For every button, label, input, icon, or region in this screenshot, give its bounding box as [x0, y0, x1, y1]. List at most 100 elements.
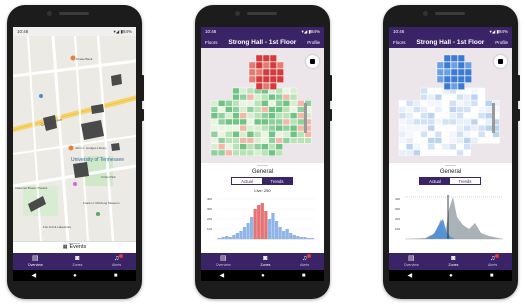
- zone-cell[interactable]: [442, 94, 450, 101]
- zone-cell[interactable]: [485, 118, 493, 126]
- zone-cell[interactable]: [413, 106, 421, 113]
- zone-cell[interactable]: [420, 131, 428, 138]
- zone-cell[interactable]: [210, 118, 219, 126]
- zone-cell[interactable]: [218, 100, 226, 107]
- zone-cell[interactable]: [275, 100, 283, 107]
- zone-cell[interactable]: [456, 118, 464, 126]
- zone-cell[interactable]: [434, 106, 443, 113]
- hotspot-cell[interactable]: [248, 61, 256, 69]
- zone-cell[interactable]: [434, 100, 443, 107]
- hotspot-cell[interactable]: [269, 54, 277, 62]
- hotspot-cell[interactable]: [450, 75, 458, 83]
- zone-cell[interactable]: [225, 112, 233, 119]
- zone-cell[interactable]: [239, 137, 247, 144]
- zone-cell[interactable]: [406, 112, 414, 119]
- hotspot-cell[interactable]: [457, 54, 465, 62]
- map-pin-icon[interactable]: [39, 94, 43, 98]
- zone-cell[interactable]: [297, 118, 305, 126]
- zone-cell[interactable]: [413, 100, 421, 107]
- zone-cell[interactable]: [275, 112, 283, 119]
- zone-cell[interactable]: [282, 112, 291, 119]
- hotspot-cell[interactable]: [255, 75, 263, 83]
- zone-cell[interactable]: [210, 124, 219, 132]
- zone-cell[interactable]: [427, 118, 435, 126]
- nav-overview[interactable]: ▤ Overview: [28, 255, 43, 267]
- zone-cell[interactable]: [289, 118, 298, 126]
- zone-cell[interactable]: [246, 94, 255, 101]
- zone-cell[interactable]: [254, 137, 262, 144]
- zone-cell[interactable]: [442, 124, 450, 132]
- hotspot-cell[interactable]: [464, 68, 472, 76]
- zone-cell[interactable]: [456, 124, 464, 132]
- hotspot-cell[interactable]: [464, 75, 472, 83]
- nav-zones[interactable]: ◙ Zones: [72, 255, 82, 267]
- zone-cell[interactable]: [456, 112, 464, 119]
- zone-cell[interactable]: [449, 137, 457, 144]
- zone-cell[interactable]: [406, 118, 414, 126]
- zone-cell[interactable]: [275, 106, 283, 113]
- zone-cell[interactable]: [225, 118, 233, 126]
- hotspot-cell[interactable]: [262, 54, 270, 62]
- zone-cell[interactable]: [406, 137, 414, 144]
- zone-cell[interactable]: [218, 106, 226, 113]
- nav-overview[interactable]: ▤ Overview: [216, 255, 231, 267]
- zone-cell[interactable]: [413, 118, 421, 126]
- zone-cell[interactable]: [210, 137, 219, 144]
- back-icon[interactable]: ◀: [408, 273, 413, 279]
- zone-cell[interactable]: [232, 137, 240, 144]
- zone-cell[interactable]: [420, 149, 428, 157]
- hotspot-cell[interactable]: [255, 61, 263, 69]
- zone-cell[interactable]: [268, 137, 276, 144]
- zone-cell[interactable]: [463, 131, 471, 138]
- zone-cell[interactable]: [413, 137, 421, 144]
- zone-cell[interactable]: [275, 143, 283, 150]
- zone-cell[interactable]: [470, 137, 479, 144]
- map-canvas[interactable]: Chase Bank John C. Hodges Library Univer…: [13, 36, 136, 241]
- hotspot-cell[interactable]: [450, 54, 458, 62]
- zone-cell[interactable]: [398, 143, 407, 150]
- hotspot-cell[interactable]: [269, 61, 277, 69]
- zone-cell[interactable]: [413, 149, 421, 157]
- hotspot-cell[interactable]: [457, 82, 465, 90]
- zone-cell[interactable]: [485, 112, 493, 119]
- zone-cell[interactable]: [449, 94, 457, 101]
- zone-cell[interactable]: [246, 87, 255, 95]
- zone-cell[interactable]: [485, 131, 493, 138]
- zone-cell[interactable]: [449, 124, 457, 132]
- zone-cell[interactable]: [463, 87, 471, 95]
- zone-cell[interactable]: [268, 149, 276, 157]
- zone-cell[interactable]: [398, 100, 407, 107]
- zone-cell[interactable]: [239, 131, 247, 138]
- zone-cell[interactable]: [463, 143, 471, 150]
- zone-cell[interactable]: [210, 112, 219, 119]
- hotspot-cell[interactable]: [443, 82, 451, 90]
- zone-cell[interactable]: [232, 124, 240, 132]
- hotspot-cell[interactable]: [436, 61, 444, 69]
- zone-cell[interactable]: [218, 112, 226, 119]
- zone-cell[interactable]: [232, 149, 240, 157]
- zone-cell[interactable]: [210, 149, 219, 157]
- zone-cell[interactable]: [268, 118, 276, 126]
- zone-cell[interactable]: [434, 87, 443, 95]
- zone-cell[interactable]: [456, 106, 464, 113]
- zone-cell[interactable]: [427, 112, 435, 119]
- zone-cell[interactable]: [297, 124, 305, 132]
- map-pin-icon[interactable]: [73, 182, 77, 186]
- zone-cell[interactable]: [449, 106, 457, 113]
- zone-cell[interactable]: [275, 118, 283, 126]
- hotspot-cell[interactable]: [457, 75, 465, 83]
- nav-alerts[interactable]: ♫ Alerts: [300, 254, 312, 267]
- zone-cell[interactable]: [456, 94, 464, 101]
- zone-cell[interactable]: [210, 131, 219, 138]
- hotspot-cell[interactable]: [457, 61, 465, 69]
- zone-cell[interactable]: [246, 124, 255, 132]
- zone-cell[interactable]: [282, 124, 291, 132]
- hotspot-cell[interactable]: [262, 68, 270, 76]
- zone-cell[interactable]: [282, 131, 291, 138]
- zone-cell[interactable]: [470, 100, 479, 107]
- zone-cell[interactable]: [413, 124, 421, 132]
- zone-cell[interactable]: [289, 124, 298, 132]
- zone-cell[interactable]: [289, 131, 298, 138]
- zone-cell[interactable]: [442, 131, 450, 138]
- zone-cell[interactable]: [470, 87, 479, 95]
